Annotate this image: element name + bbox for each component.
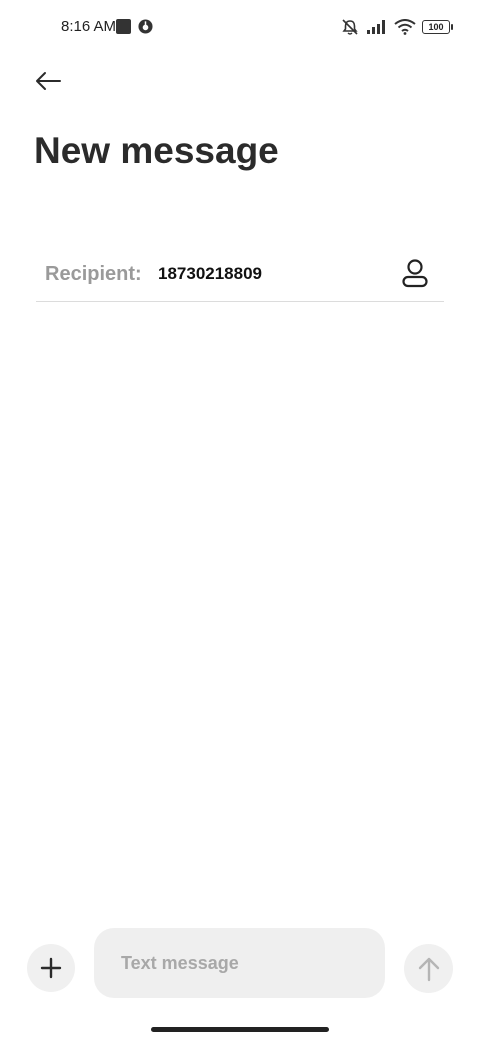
back-button[interactable] (30, 63, 66, 99)
battery-icon: 100 (422, 20, 453, 34)
mute-icon (342, 19, 358, 35)
home-indicator[interactable] (151, 1027, 329, 1032)
page-title: New message (34, 130, 279, 171)
message-field[interactable] (94, 928, 385, 998)
contact-picker-button[interactable] (398, 256, 432, 290)
status-bar: 8:16 AM 100 (0, 0, 480, 54)
battery-level: 100 (428, 22, 444, 32)
recipient-value[interactable]: 18730218809 (158, 264, 262, 284)
recipient-row[interactable]: Recipient: 18730218809 (36, 248, 444, 302)
arrow-up-icon (418, 957, 439, 981)
plus-icon (40, 957, 62, 979)
recipient-label: Recipient: (45, 263, 142, 285)
add-attachment-button[interactable] (27, 944, 75, 992)
wifi-icon (394, 19, 416, 35)
status-icons: 100 (340, 15, 453, 39)
notification-square-icon (116, 19, 131, 34)
arrow-left-icon (36, 72, 61, 90)
message-input[interactable] (94, 928, 385, 998)
status-time: 8:16 AM (61, 18, 117, 35)
person-icon (402, 259, 428, 288)
app-status-icon (138, 19, 153, 34)
send-button[interactable] (404, 944, 453, 993)
signal-icon (367, 20, 385, 34)
